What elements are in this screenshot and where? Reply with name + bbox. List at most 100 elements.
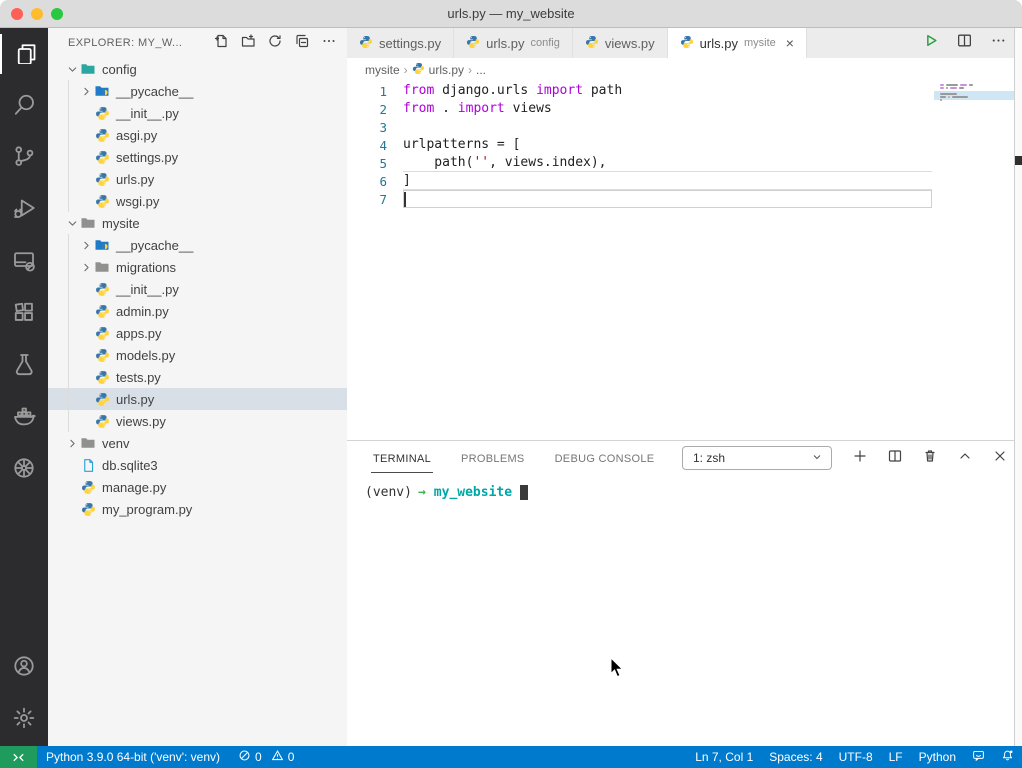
- activity-account-button[interactable]: [0, 642, 48, 694]
- tree-item-label: views.py: [116, 413, 166, 429]
- editor[interactable]: 1 from django.urls import path 2 from . imp…: [347, 82, 1022, 440]
- problems-status[interactable]: 0 0: [229, 746, 303, 768]
- tree-item-label: manage.py: [102, 479, 167, 495]
- tree-item-asgi-py[interactable]: asgi.py: [48, 124, 347, 146]
- chevron-down-icon: [811, 451, 823, 466]
- code-token: ]: [403, 173, 411, 188]
- activity-remote-explorer-button[interactable]: [0, 236, 48, 288]
- tree-item-urls-py[interactable]: urls.py: [48, 168, 347, 190]
- activity-kubernetes-button[interactable]: [0, 444, 48, 496]
- breadcrumb-item[interactable]: urls.py: [412, 62, 464, 78]
- close-panel-button[interactable]: [990, 448, 1010, 468]
- tab-label: settings.py: [379, 35, 442, 51]
- activity-source-control-button[interactable]: [0, 132, 48, 184]
- new-folder-button[interactable]: [238, 33, 258, 53]
- tree-item-settings-py[interactable]: settings.py: [48, 146, 347, 168]
- tree-item--pycache-[interactable]: __pycache__: [48, 234, 347, 256]
- tree-item-migrations[interactable]: migrations: [48, 256, 347, 278]
- python-file-icon: [359, 35, 373, 52]
- tab-settings-py[interactable]: settings.py: [347, 28, 455, 58]
- maximize-panel-button[interactable]: [955, 448, 975, 468]
- tree-item-db-sqlite3[interactable]: db.sqlite3: [48, 454, 347, 476]
- notifications-button[interactable]: [993, 746, 1022, 768]
- minimap-line: [940, 87, 1012, 89]
- tree-item--init-py[interactable]: __init__.py: [48, 102, 347, 124]
- breadcrumb-label: mysite: [365, 63, 400, 77]
- python-file-icon: [94, 193, 110, 209]
- minimize-window-button[interactable]: [31, 8, 43, 20]
- line-number: 6: [379, 173, 387, 189]
- explorer-title: EXPLORER: MY_W...: [68, 37, 183, 49]
- tree-item-apps-py[interactable]: apps.py: [48, 322, 347, 344]
- panel-tab-terminal[interactable]: TERMINAL: [371, 444, 434, 473]
- tree-item-wsgi-py[interactable]: wsgi.py: [48, 190, 347, 212]
- tree-item-venv[interactable]: venv: [48, 432, 347, 454]
- activity-run-debug-button[interactable]: [0, 184, 48, 236]
- terminal-shell-select[interactable]: 1: zsh: [682, 446, 832, 470]
- status-python[interactable]: Python: [911, 746, 964, 768]
- python-file-icon: [94, 391, 110, 407]
- more-button[interactable]: [988, 33, 1008, 53]
- new-terminal-icon: [852, 448, 868, 469]
- panel-tab-debug-console[interactable]: DEBUG CONSOLE: [553, 444, 657, 473]
- breadcrumb-item[interactable]: mysite: [365, 63, 400, 77]
- close-window-button[interactable]: [11, 8, 23, 20]
- tree-item-urls-py[interactable]: urls.py: [48, 388, 347, 410]
- status-utf-8[interactable]: UTF-8: [831, 746, 881, 768]
- code-token: from: [403, 101, 435, 116]
- terminal-output[interactable]: (venv) → my_website: [347, 475, 1022, 746]
- code-line-3: 3: [347, 118, 1022, 136]
- tree-item-tests-py[interactable]: tests.py: [48, 366, 347, 388]
- zoom-window-button[interactable]: [51, 8, 63, 20]
- tree-item-admin-py[interactable]: admin.py: [48, 300, 347, 322]
- tree-item-views-py[interactable]: views.py: [48, 410, 347, 432]
- tab-urls-py-mysite[interactable]: urls.py mysite ×: [667, 28, 807, 58]
- split-editor-button[interactable]: [954, 33, 974, 53]
- python-file-icon: [80, 479, 96, 495]
- refresh-button[interactable]: [265, 33, 285, 53]
- scrollbar-handle[interactable]: [1015, 156, 1022, 165]
- tree-item-config[interactable]: config: [48, 58, 347, 80]
- activity-search-button[interactable]: [0, 80, 48, 132]
- activity-extensions-button[interactable]: [0, 288, 48, 340]
- tab-detail: config: [530, 37, 560, 49]
- code-token: views: [504, 101, 552, 116]
- status-lf[interactable]: LF: [881, 746, 911, 768]
- new-terminal-button[interactable]: [850, 448, 870, 468]
- minimap-line: [940, 99, 1012, 101]
- activity-settings-button[interactable]: [0, 694, 48, 746]
- activity-testing-button[interactable]: [0, 340, 48, 392]
- tree-item-models-py[interactable]: models.py: [48, 344, 347, 366]
- tree-item-mysite[interactable]: mysite: [48, 212, 347, 234]
- status-spaces-4[interactable]: Spaces: 4: [761, 746, 830, 768]
- tree-item-my-program-py[interactable]: my_program.py: [48, 498, 347, 520]
- breadcrumb-item[interactable]: ...: [476, 63, 486, 77]
- run-icon: [922, 32, 939, 54]
- kill-terminal-button[interactable]: [920, 448, 940, 468]
- tab-views-py[interactable]: views.py: [572, 28, 668, 58]
- explorer-header: EXPLORER: MY_W...: [48, 28, 347, 58]
- tree-item--init-py[interactable]: __init__.py: [48, 278, 347, 300]
- tree-item-label: __init__.py: [116, 281, 179, 297]
- python-interpreter-status[interactable]: Python 3.9.0 64-bit ('venv': venv): [37, 746, 229, 768]
- tree-item-manage-py[interactable]: manage.py: [48, 476, 347, 498]
- tree-item--pycache-[interactable]: __pycache__: [48, 80, 347, 102]
- tab-label: views.py: [604, 35, 655, 51]
- split-terminal-button[interactable]: [885, 448, 905, 468]
- more-button[interactable]: [319, 33, 339, 53]
- status-bar: Python 3.9.0 64-bit ('venv': venv) 0 0 L…: [0, 746, 1022, 768]
- panel-tab-problems[interactable]: PROBLEMS: [459, 444, 527, 473]
- activity-explorer-button[interactable]: [0, 28, 48, 80]
- tweet-feedback-button[interactable]: [964, 746, 993, 768]
- python-file-icon: [680, 35, 694, 52]
- tree-item-label: migrations: [116, 259, 176, 275]
- remote-indicator[interactable]: [0, 746, 37, 768]
- minimap[interactable]: [934, 84, 1014, 105]
- run-button[interactable]: [920, 33, 940, 53]
- activity-docker-button[interactable]: [0, 392, 48, 444]
- new-file-button[interactable]: [211, 33, 231, 53]
- collapse-all-button[interactable]: [292, 33, 312, 53]
- close-tab-icon[interactable]: ×: [786, 36, 794, 50]
- tab-urls-py-config[interactable]: urls.py config: [454, 28, 573, 58]
- status-ln-7-col-1[interactable]: Ln 7, Col 1: [687, 746, 761, 768]
